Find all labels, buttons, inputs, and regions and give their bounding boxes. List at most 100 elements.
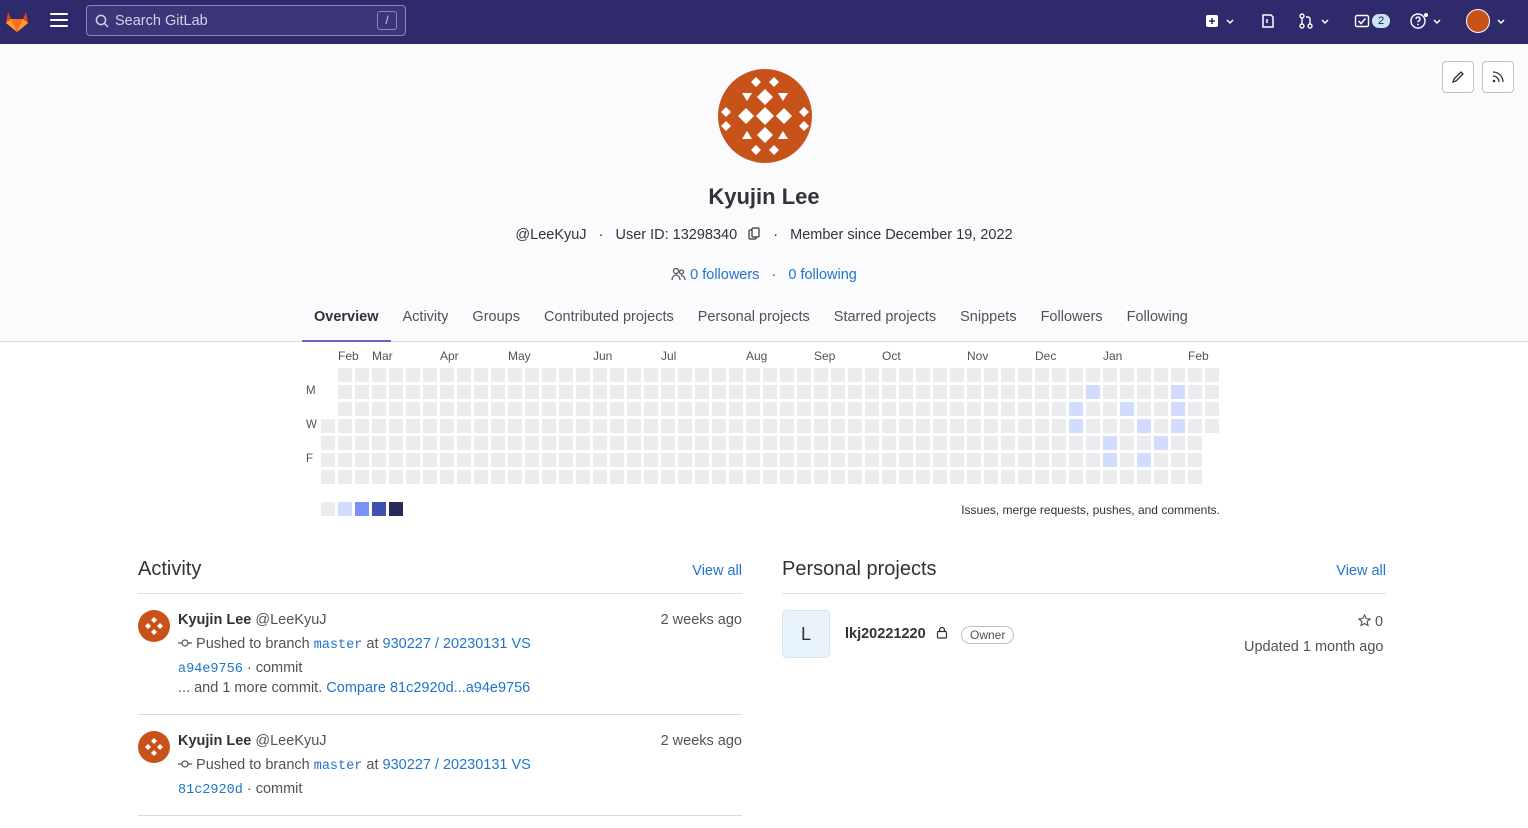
calendar-day-cell[interactable] — [1171, 402, 1185, 416]
calendar-day-cell[interactable] — [1035, 470, 1049, 484]
calendar-day-cell[interactable] — [423, 402, 437, 416]
calendar-day-cell[interactable] — [1018, 436, 1032, 450]
calendar-day-cell[interactable] — [1001, 419, 1015, 433]
calendar-day-cell[interactable] — [372, 368, 386, 382]
calendar-day-cell[interactable] — [423, 368, 437, 382]
calendar-day-cell[interactable] — [678, 368, 692, 382]
calendar-day-cell[interactable] — [695, 402, 709, 416]
help-button[interactable] — [1410, 10, 1444, 32]
calendar-day-cell[interactable] — [661, 453, 675, 467]
calendar-day-cell[interactable] — [508, 385, 522, 399]
calendar-day-cell[interactable] — [406, 436, 420, 450]
calendar-day-cell[interactable] — [695, 453, 709, 467]
calendar-day-cell[interactable] — [644, 436, 658, 450]
calendar-day-cell[interactable] — [1154, 436, 1168, 450]
calendar-day-cell[interactable] — [610, 419, 624, 433]
tab-contributed-projects[interactable]: Contributed projects — [532, 300, 686, 342]
calendar-day-cell[interactable] — [355, 470, 369, 484]
calendar-day-cell[interactable] — [899, 419, 913, 433]
calendar-day-cell[interactable] — [1018, 385, 1032, 399]
calendar-day-cell[interactable] — [865, 402, 879, 416]
calendar-day-cell[interactable] — [627, 453, 641, 467]
calendar-day-cell[interactable] — [695, 385, 709, 399]
project-stars[interactable]: 0 — [1357, 613, 1383, 630]
calendar-day-cell[interactable] — [1205, 402, 1219, 416]
calendar-day-cell[interactable] — [1120, 368, 1134, 382]
calendar-day-cell[interactable] — [593, 453, 607, 467]
calendar-day-cell[interactable] — [763, 419, 777, 433]
calendar-day-cell[interactable] — [1069, 385, 1083, 399]
calendar-day-cell[interactable] — [389, 470, 403, 484]
calendar-day-cell[interactable] — [984, 402, 998, 416]
calendar-day-cell[interactable] — [355, 419, 369, 433]
activity-author[interactable]: Kyujin Lee — [178, 733, 251, 749]
calendar-day-cell[interactable] — [644, 385, 658, 399]
calendar-day-cell[interactable] — [644, 470, 658, 484]
calendar-day-cell[interactable] — [593, 402, 607, 416]
calendar-day-cell[interactable] — [848, 470, 862, 484]
calendar-day-cell[interactable] — [712, 470, 726, 484]
calendar-day-cell[interactable] — [678, 470, 692, 484]
calendar-day-cell[interactable] — [848, 385, 862, 399]
calendar-day-cell[interactable] — [712, 402, 726, 416]
calendar-day-cell[interactable] — [457, 419, 471, 433]
calendar-day-cell[interactable] — [865, 453, 879, 467]
calendar-day-cell[interactable] — [1086, 419, 1100, 433]
calendar-day-cell[interactable] — [1137, 368, 1151, 382]
calendar-day-cell[interactable] — [831, 470, 845, 484]
calendar-day-cell[interactable] — [423, 419, 437, 433]
calendar-day-cell[interactable] — [899, 385, 913, 399]
calendar-day-cell[interactable] — [916, 402, 930, 416]
calendar-day-cell[interactable] — [474, 402, 488, 416]
calendar-day-cell[interactable] — [372, 436, 386, 450]
calendar-day-cell[interactable] — [355, 453, 369, 467]
calendar-day-cell[interactable] — [627, 368, 641, 382]
calendar-day-cell[interactable] — [1086, 385, 1100, 399]
calendar-day-cell[interactable] — [1154, 453, 1168, 467]
calendar-day-cell[interactable] — [695, 368, 709, 382]
calendar-day-cell[interactable] — [1103, 470, 1117, 484]
followers-link[interactable]: 0 followers — [690, 267, 759, 283]
calendar-day-cell[interactable] — [746, 436, 760, 450]
calendar-day-cell[interactable] — [729, 470, 743, 484]
calendar-day-cell[interactable] — [1103, 402, 1117, 416]
calendar-day-cell[interactable] — [1018, 368, 1032, 382]
calendar-day-cell[interactable] — [984, 385, 998, 399]
calendar-day-cell[interactable] — [457, 385, 471, 399]
calendar-day-cell[interactable] — [678, 419, 692, 433]
project-name[interactable]: lkj20221220 — [845, 626, 926, 642]
calendar-day-cell[interactable] — [338, 419, 352, 433]
calendar-day-cell[interactable] — [610, 470, 624, 484]
calendar-day-cell[interactable] — [1171, 453, 1185, 467]
calendar-day-cell[interactable] — [474, 385, 488, 399]
calendar-day-cell[interactable] — [491, 470, 505, 484]
calendar-day-cell[interactable] — [593, 385, 607, 399]
calendar-day-cell[interactable] — [389, 436, 403, 450]
calendar-day-cell[interactable] — [525, 368, 539, 382]
calendar-day-cell[interactable] — [933, 453, 947, 467]
calendar-day-cell[interactable] — [848, 436, 862, 450]
calendar-day-cell[interactable] — [406, 368, 420, 382]
calendar-day-cell[interactable] — [865, 419, 879, 433]
calendar-day-cell[interactable] — [848, 368, 862, 382]
calendar-day-cell[interactable] — [644, 368, 658, 382]
calendar-day-cell[interactable] — [406, 470, 420, 484]
project-link[interactable]: 930227 / 20230131 VS — [383, 636, 531, 652]
calendar-day-cell[interactable] — [763, 436, 777, 450]
calendar-day-cell[interactable] — [542, 385, 556, 399]
calendar-day-cell[interactable] — [508, 436, 522, 450]
tab-followers[interactable]: Followers — [1029, 300, 1115, 342]
calendar-day-cell[interactable] — [661, 402, 675, 416]
calendar-day-cell[interactable] — [797, 470, 811, 484]
calendar-day-cell[interactable] — [831, 385, 845, 399]
calendar-day-cell[interactable] — [746, 470, 760, 484]
calendar-day-cell[interactable] — [1188, 368, 1202, 382]
calendar-day-cell[interactable] — [355, 385, 369, 399]
calendar-day-cell[interactable] — [457, 470, 471, 484]
tab-starred-projects[interactable]: Starred projects — [822, 300, 948, 342]
calendar-day-cell[interactable] — [1188, 470, 1202, 484]
issues-button[interactable] — [1260, 10, 1276, 32]
calendar-day-cell[interactable] — [1018, 402, 1032, 416]
calendar-day-cell[interactable] — [440, 402, 454, 416]
calendar-day-cell[interactable] — [474, 453, 488, 467]
